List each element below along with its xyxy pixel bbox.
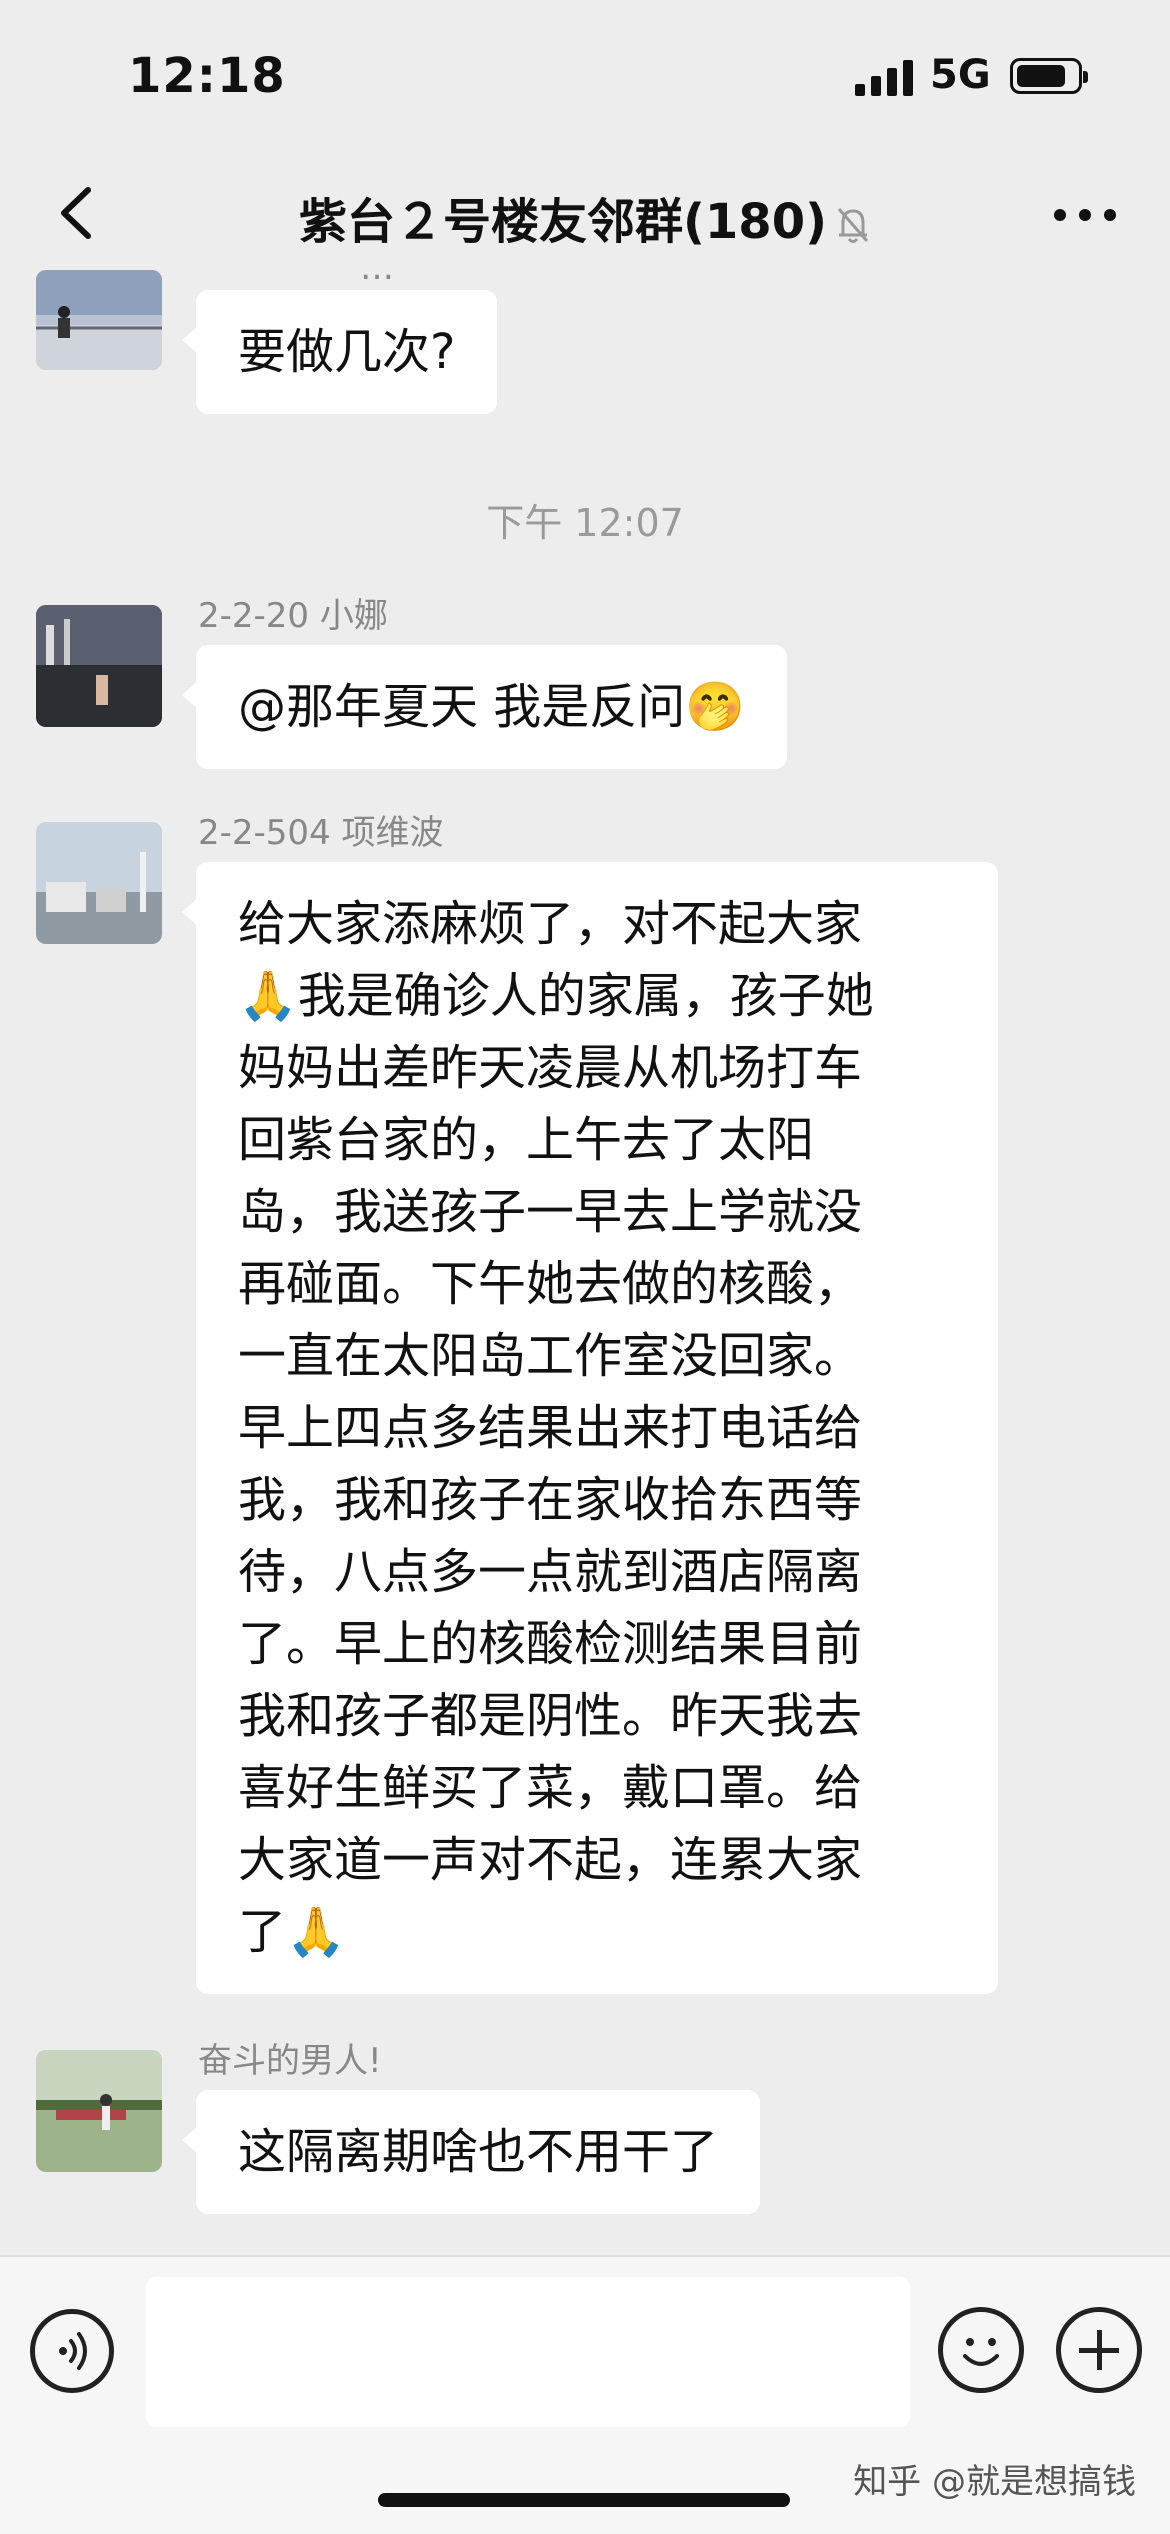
smile-icon xyxy=(963,2338,999,2366)
message-line: 再碰面。下午她去做的核酸， xyxy=(238,1256,863,1312)
input-bar: 知乎 @就是想搞钱 xyxy=(0,2255,1170,2534)
message-line: 🙏我是确诊人的家属，孩子她 xyxy=(238,968,874,1024)
chevron-left-icon xyxy=(61,187,91,239)
message-bubble[interactable]: @那年夏天 我是反问🤭 xyxy=(181,645,788,769)
message-bubble[interactable]: 这隔离期啥也不用干了 xyxy=(181,2090,761,2214)
avatar[interactable] xyxy=(36,822,162,944)
message-line: 回紫台家的，上午去了太阳 xyxy=(238,1112,815,1168)
message-line: 妈妈出差昨天凌晨从机场打车 xyxy=(238,1040,863,1096)
message-text: 这隔离期啥也不用干了 xyxy=(238,2124,719,2180)
message-line: 岛，我送孩子一早去上学就没 xyxy=(238,1184,863,1240)
message-line: 大家道一声对不起，连累大家 xyxy=(238,1832,863,1888)
message-bubble[interactable]: 给大家添麻烦了，对不起大家 🙏我是确诊人的家属，孩子她 妈妈出差昨天凌晨从机场打… xyxy=(182,862,998,1994)
message-text: 要做几次? xyxy=(238,324,456,380)
group-name: 紫台２号楼友邻群(180) xyxy=(298,194,828,250)
message-bubble[interactable]: 要做几次? xyxy=(181,290,498,414)
message-line: 早上四点多结果出来打电话给 xyxy=(238,1400,863,1456)
home-indicator[interactable] xyxy=(378,2493,790,2507)
avatar[interactable] xyxy=(36,270,162,370)
more-dots-icon xyxy=(1054,209,1116,221)
message-line: 我，我和孩子在家收拾东西等 xyxy=(238,1472,863,1528)
signal-icon xyxy=(855,58,913,96)
message-text: @那年夏天 我是反问🤭 xyxy=(238,679,746,735)
message-line: 待，八点多一点就到酒店隔离 xyxy=(238,1544,863,1600)
message-line: 我和孩子都是阴性。昨天我去 xyxy=(238,1688,863,1744)
voice-input-button[interactable] xyxy=(30,2309,114,2393)
message-line: 喜好生鲜买了菜，戴口罩。给 xyxy=(238,1760,863,1816)
message-line: 了。早上的核酸检测结果目前 xyxy=(238,1616,863,1672)
sender-name: … xyxy=(360,270,394,288)
avatar[interactable] xyxy=(36,605,162,727)
chat-area[interactable]: … 要做几次? 下午 12:07 2-2-20 小娜 @那年夏天 我是反问🤭 xyxy=(0,270,1170,2255)
mute-bell-icon xyxy=(837,208,869,243)
message-line: 了🙏 xyxy=(238,1904,346,1960)
status-time: 12:18 xyxy=(128,48,286,104)
back-button[interactable] xyxy=(44,178,114,248)
battery-icon xyxy=(1010,58,1088,94)
voice-icon xyxy=(59,2332,87,2370)
timestamp: 下午 12:07 xyxy=(486,501,684,545)
sender-name: 奋斗的男人! xyxy=(198,2041,382,2081)
more-functions-button[interactable] xyxy=(1056,2307,1142,2393)
sender-name: 2-2-504 项维波 xyxy=(198,813,444,853)
status-bar: 12:18 5G xyxy=(0,0,1170,160)
message-line: 给大家添麻烦了，对不起大家 xyxy=(238,896,863,952)
more-options-button[interactable] xyxy=(1050,190,1120,240)
message-line: 一直在太阳岛工作室没回家。 xyxy=(238,1328,863,1384)
network-type: 5G xyxy=(930,52,991,98)
emoji-button[interactable] xyxy=(938,2307,1024,2393)
sender-name: 2-2-20 小娜 xyxy=(198,596,388,636)
chat-title: 紫台２号楼友邻群(180) xyxy=(200,182,970,252)
nav-bar: 紫台２号楼友邻群(180) xyxy=(0,160,1170,270)
avatar[interactable] xyxy=(36,2050,162,2172)
watermark: 知乎 @就是想搞钱 xyxy=(853,2462,1136,2502)
message-input[interactable] xyxy=(146,2277,910,2427)
